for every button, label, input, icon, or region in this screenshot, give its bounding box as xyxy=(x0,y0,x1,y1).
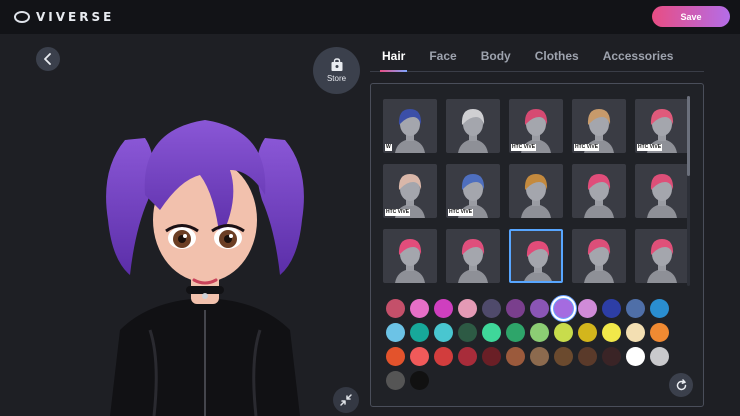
hair-style-thumbnail xyxy=(458,109,488,153)
color-swatch[interactable] xyxy=(410,347,429,366)
hair-style-item[interactable] xyxy=(446,229,500,283)
color-swatch[interactable] xyxy=(530,347,549,366)
color-swatch[interactable] xyxy=(434,347,453,366)
color-swatch[interactable] xyxy=(386,371,405,390)
color-swatch[interactable] xyxy=(551,296,576,321)
hair-style-thumbnail xyxy=(647,174,677,218)
color-swatch[interactable] xyxy=(506,299,525,318)
hair-style-thumbnail xyxy=(395,239,425,283)
color-swatch[interactable] xyxy=(554,347,573,366)
hair-style-item[interactable] xyxy=(509,229,563,283)
hair-style-item[interactable] xyxy=(509,164,563,218)
brand-badge: HTC VIVE xyxy=(574,144,600,151)
store-button[interactable]: Store xyxy=(313,47,360,94)
color-swatch[interactable] xyxy=(506,323,525,342)
color-swatch[interactable] xyxy=(386,323,405,342)
collapse-arrows-icon xyxy=(340,394,352,406)
hair-color-palette xyxy=(386,296,686,390)
grid-scrollbar[interactable] xyxy=(687,96,690,286)
top-bar: VIVERSE Save xyxy=(0,0,740,34)
color-swatch[interactable] xyxy=(386,299,405,318)
refresh-icon xyxy=(676,378,686,390)
color-swatch[interactable] xyxy=(626,347,645,366)
chevron-left-icon xyxy=(44,53,51,65)
brand-logo[interactable]: VIVERSE xyxy=(14,10,114,24)
color-swatch[interactable] xyxy=(626,299,645,318)
tab-hair[interactable]: Hair xyxy=(370,46,417,72)
color-swatch[interactable] xyxy=(434,323,453,342)
hair-style-item[interactable] xyxy=(446,99,500,153)
color-swatch[interactable] xyxy=(626,323,645,342)
hair-style-thumbnail xyxy=(521,174,551,218)
color-swatch[interactable] xyxy=(578,347,597,366)
color-swatch[interactable] xyxy=(458,323,477,342)
color-swatch[interactable] xyxy=(602,347,621,366)
avatar-preview[interactable] xyxy=(90,100,320,416)
hair-style-thumbnail xyxy=(584,239,614,283)
hair-style-item[interactable] xyxy=(572,164,626,218)
tab-face[interactable]: Face xyxy=(417,46,468,71)
color-swatch[interactable] xyxy=(482,299,501,318)
color-swatch[interactable] xyxy=(578,299,597,318)
store-label: Store xyxy=(326,74,347,83)
hair-style-thumbnail xyxy=(647,239,677,283)
hair-style-thumbnail xyxy=(458,239,488,283)
shopping-bag-icon xyxy=(331,58,342,71)
brand-badge: HTC VIVE xyxy=(448,209,474,216)
color-swatch[interactable] xyxy=(482,347,501,366)
brand-badge: W xyxy=(385,144,392,151)
color-swatch[interactable] xyxy=(410,371,429,390)
hair-style-thumbnail xyxy=(584,174,614,218)
color-swatch[interactable] xyxy=(650,299,669,318)
brand-badge: HTC VIVE xyxy=(511,144,537,151)
reset-color-button[interactable] xyxy=(669,373,693,397)
hair-style-item[interactable]: HTC VIVE xyxy=(509,99,563,153)
color-swatch[interactable] xyxy=(554,323,573,342)
tab-clothes[interactable]: Clothes xyxy=(523,46,591,71)
viverse-logo-icon xyxy=(14,11,30,23)
color-swatch[interactable] xyxy=(650,347,669,366)
color-swatch[interactable] xyxy=(458,347,477,366)
color-swatch[interactable] xyxy=(434,299,453,318)
color-swatch[interactable] xyxy=(530,323,549,342)
category-tabs: Hair Face Body Clothes Accessories xyxy=(370,46,704,72)
color-swatch[interactable] xyxy=(602,323,621,342)
save-button[interactable]: Save xyxy=(652,6,730,27)
grid-scrollbar-thumb[interactable] xyxy=(687,96,690,176)
color-swatch[interactable] xyxy=(410,299,429,318)
hair-style-item[interactable]: HTC VIVE xyxy=(635,99,689,153)
brand-badge: HTC VIVE xyxy=(385,209,411,216)
avatar-hair-tail-left xyxy=(106,138,154,275)
hair-style-grid: W HTC VIVE HTC VIVE HTC VIVE HTC VIVE HTC VIV… xyxy=(383,99,689,283)
color-swatch[interactable] xyxy=(578,323,597,342)
tab-body[interactable]: Body xyxy=(469,46,523,71)
hair-style-item[interactable]: HTC VIVE xyxy=(572,99,626,153)
brand-name: VIVERSE xyxy=(36,10,115,24)
hair-style-item[interactable] xyxy=(572,229,626,283)
color-swatch[interactable] xyxy=(602,299,621,318)
color-swatch[interactable] xyxy=(458,299,477,318)
back-button[interactable] xyxy=(36,47,60,71)
hair-style-item[interactable] xyxy=(635,164,689,218)
hair-style-item[interactable]: HTC VIVE xyxy=(446,164,500,218)
hair-style-item[interactable]: HTC VIVE xyxy=(383,164,437,218)
tab-accessories[interactable]: Accessories xyxy=(591,46,686,71)
color-swatch[interactable] xyxy=(410,323,429,342)
color-swatch[interactable] xyxy=(650,323,669,342)
customization-panel: W HTC VIVE HTC VIVE HTC VIVE HTC VIVE HTC VIV… xyxy=(370,83,704,407)
brand-badge: HTC VIVE xyxy=(637,144,663,151)
hair-style-item[interactable]: W xyxy=(383,99,437,153)
color-swatch[interactable] xyxy=(530,299,549,318)
hair-style-item[interactable] xyxy=(635,229,689,283)
color-swatch[interactable] xyxy=(506,347,525,366)
color-swatch[interactable] xyxy=(386,347,405,366)
hair-style-thumbnail xyxy=(524,241,552,281)
collapse-view-button[interactable] xyxy=(333,387,359,413)
color-swatch[interactable] xyxy=(482,323,501,342)
avatar-hair-tail-right xyxy=(256,138,304,275)
hair-style-item[interactable] xyxy=(383,229,437,283)
